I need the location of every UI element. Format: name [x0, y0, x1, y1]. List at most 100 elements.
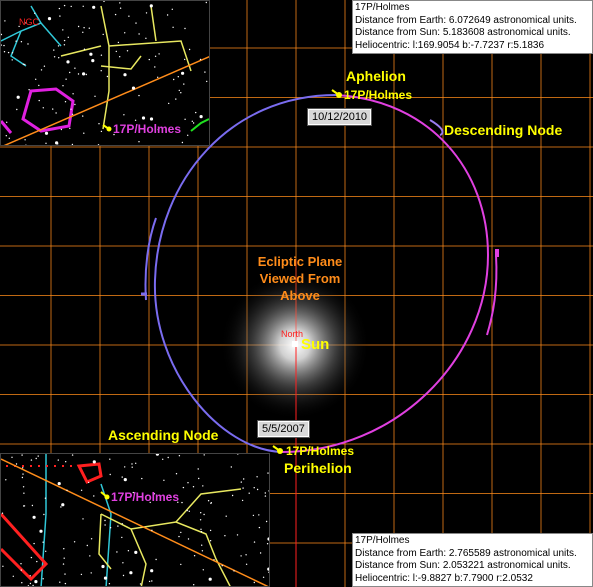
star	[36, 560, 38, 563]
star	[119, 2, 121, 4]
star	[91, 59, 95, 63]
star	[231, 494, 234, 497]
star	[77, 25, 80, 28]
star	[186, 509, 188, 512]
star	[72, 93, 74, 95]
star	[267, 472, 269, 474]
star	[184, 58, 186, 61]
info-box-perihelion: 17P/Holmes Distance from Earth: 2.765589…	[352, 533, 593, 587]
star	[201, 550, 204, 552]
star	[259, 552, 262, 554]
star	[104, 524, 106, 526]
star	[62, 29, 64, 31]
star	[155, 454, 159, 456]
star	[37, 455, 39, 457]
star	[149, 117, 154, 121]
star	[181, 501, 183, 504]
star	[138, 94, 140, 97]
star	[264, 492, 266, 494]
star	[82, 72, 86, 76]
star	[108, 583, 111, 585]
star	[248, 492, 250, 494]
star	[100, 70, 102, 72]
star	[43, 513, 45, 516]
star	[151, 529, 153, 531]
star	[80, 489, 83, 491]
star	[181, 71, 185, 75]
star	[4, 20, 6, 22]
star	[124, 466, 126, 468]
star	[74, 67, 76, 69]
star	[42, 107, 44, 109]
star	[121, 476, 123, 478]
ascending-node-label: Ascending Node	[108, 427, 219, 443]
star	[119, 56, 121, 58]
star	[245, 554, 247, 556]
star	[203, 513, 205, 516]
star	[101, 564, 105, 569]
star	[242, 487, 244, 489]
constellation-boundary-red-2	[1, 512, 49, 582]
star	[47, 17, 52, 21]
star	[233, 570, 235, 572]
star	[65, 78, 67, 80]
star	[44, 497, 47, 499]
star	[158, 53, 160, 55]
star	[98, 123, 100, 125]
star	[29, 582, 32, 585]
info-sun-distance: Distance from Sun: 2.053221 astronomical…	[355, 560, 571, 571]
star	[154, 55, 157, 57]
star	[201, 544, 203, 546]
star	[131, 466, 133, 468]
star	[59, 581, 61, 583]
star	[205, 1, 207, 4]
ecliptic-plane-line2: Viewed From Above	[259, 271, 341, 303]
star	[100, 54, 103, 56]
star	[240, 555, 242, 557]
star	[267, 567, 269, 571]
star	[202, 569, 204, 571]
star	[59, 15, 61, 17]
star	[173, 78, 175, 81]
perihelion-label: Perihelion	[284, 460, 352, 476]
star	[39, 529, 43, 533]
star	[183, 83, 185, 85]
star	[258, 526, 261, 529]
star	[206, 80, 208, 83]
star	[60, 128, 63, 131]
star	[268, 490, 269, 492]
star	[168, 102, 170, 105]
star	[266, 543, 269, 545]
star	[82, 115, 84, 117]
star	[82, 31, 84, 33]
star	[121, 536, 123, 539]
star	[103, 576, 108, 580]
star	[199, 115, 203, 119]
star	[89, 52, 93, 56]
orbit-segment-right	[429, 119, 444, 136]
star	[128, 15, 130, 17]
star	[82, 5, 84, 8]
star	[27, 43, 29, 45]
star	[180, 92, 182, 94]
star	[178, 89, 180, 92]
star	[141, 477, 143, 480]
star	[199, 58, 202, 61]
star	[221, 565, 223, 567]
star	[171, 8, 173, 10]
star	[60, 506, 62, 508]
star	[27, 585, 30, 586]
star	[184, 27, 186, 30]
star	[23, 505, 26, 507]
star	[2, 565, 4, 567]
star	[71, 454, 74, 456]
star	[138, 141, 140, 143]
star	[245, 563, 248, 565]
star	[33, 542, 35, 545]
info-earth-distance: Distance from Earth: 6.072649 astronomic…	[355, 14, 577, 26]
star	[145, 12, 148, 14]
star	[180, 531, 182, 534]
star	[127, 550, 130, 552]
star	[182, 486, 185, 489]
star	[24, 139, 26, 141]
